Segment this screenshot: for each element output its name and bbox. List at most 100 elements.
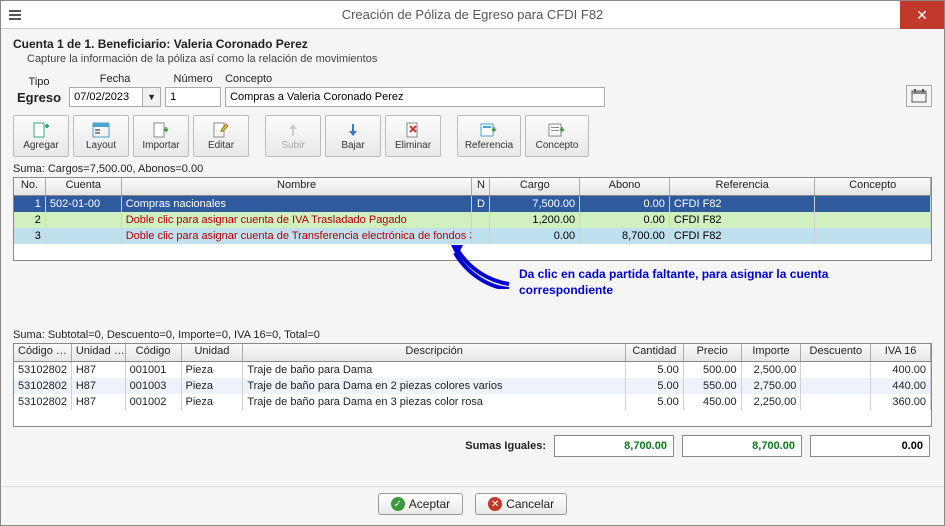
col-concepto[interactable]: Concepto xyxy=(815,178,931,195)
cell-no: 2 xyxy=(14,212,46,228)
cell-cuenta: 502-01-00 xyxy=(46,196,122,212)
col-referencia[interactable]: Referencia xyxy=(670,178,816,195)
referencia-label: Referencia xyxy=(465,140,513,151)
close-icon: ✕ xyxy=(916,7,928,24)
cell-prec: 500.00 xyxy=(684,362,742,378)
editar-label: Editar xyxy=(208,140,234,151)
col-descuento[interactable]: Descuento xyxy=(801,344,871,361)
detalle-header[interactable]: Código … Unidad … Código Unidad Descripc… xyxy=(14,344,931,362)
bajar-button[interactable]: Bajar xyxy=(325,115,381,157)
aceptar-button[interactable]: ✓ Aceptar xyxy=(378,493,463,515)
import-icon xyxy=(152,122,170,138)
numero-field: Número xyxy=(165,73,221,107)
delete-icon xyxy=(405,122,421,138)
numero-label: Número xyxy=(174,73,213,85)
detalle-row[interactable]: 53102802 H87 001002 Pieza Traje de baño … xyxy=(14,394,931,410)
cell-unh: H87 xyxy=(72,362,126,378)
cancelar-button[interactable]: ✕ Cancelar xyxy=(475,493,567,515)
agregar-button[interactable]: Agregar xyxy=(13,115,69,157)
importar-label: Importar xyxy=(142,140,179,151)
cell-cuenta xyxy=(46,228,122,244)
arrow-down-icon xyxy=(345,122,361,138)
referencia-button[interactable]: Referencia xyxy=(457,115,521,157)
cell-no: 3 xyxy=(14,228,46,244)
cell-cod: 001003 xyxy=(126,378,182,394)
cell-cs: 53102802 xyxy=(14,394,72,410)
fecha-input[interactable] xyxy=(69,87,143,107)
col-cantidad[interactable]: Cantidad xyxy=(626,344,684,361)
editar-button[interactable]: Editar xyxy=(193,115,249,157)
concepto-field: Concepto xyxy=(225,73,605,107)
concepto-input[interactable] xyxy=(225,87,605,107)
cell-abono: 8,700.00 xyxy=(580,228,670,244)
col-descripcion[interactable]: Descripción xyxy=(243,344,626,361)
close-button[interactable]: ✕ xyxy=(900,1,944,29)
cell-cs: 53102802 xyxy=(14,362,72,378)
cell-abono: 0.00 xyxy=(580,212,670,228)
cell-iva: 400.00 xyxy=(871,362,931,378)
cell-con xyxy=(815,212,931,228)
calendar-button[interactable] xyxy=(906,85,932,107)
layout-icon xyxy=(92,122,110,138)
referencia-icon xyxy=(480,122,498,138)
cell-cant: 5.00 xyxy=(626,394,684,410)
total-abono: 8,700.00 xyxy=(682,435,802,457)
cell-imp: 2,500.00 xyxy=(742,362,802,378)
toolbar: Agregar Layout Importar Editar Subir B xyxy=(13,115,932,157)
cell-no: 1 xyxy=(14,196,46,212)
col-importe[interactable]: Importe xyxy=(742,344,802,361)
importar-button[interactable]: Importar xyxy=(133,115,189,157)
detalle-row[interactable]: 53102802 H87 001003 Pieza Traje de baño … xyxy=(14,378,931,394)
cell-cod: 001001 xyxy=(126,362,182,378)
cell-nombre: Compras nacionales xyxy=(122,196,473,212)
numero-input[interactable] xyxy=(165,87,221,107)
cell-cargo: 1,200.00 xyxy=(490,212,580,228)
cell-cant: 5.00 xyxy=(626,378,684,394)
plus-doc-icon xyxy=(32,122,50,138)
movimiento-row[interactable]: 2 Doble clic para asignar cuenta de IVA … xyxy=(14,212,931,228)
fecha-dropdown-button[interactable]: ▼ xyxy=(143,87,161,107)
detalle-grid[interactable]: Código … Unidad … Código Unidad Descripc… xyxy=(13,343,932,427)
header-fields: Tipo Egreso Fecha ▼ Número Concepto xyxy=(13,73,932,107)
cell-n xyxy=(472,212,490,228)
col-codigo-sat[interactable]: Código … xyxy=(14,344,72,361)
annotation-text: Da clic en cada partida faltante, para a… xyxy=(519,267,828,298)
col-unidad-sat[interactable]: Unidad … xyxy=(72,344,126,361)
cell-uni: Pieza xyxy=(182,378,244,394)
col-iva16[interactable]: IVA 16 xyxy=(871,344,931,361)
cell-abono: 0.00 xyxy=(580,196,670,212)
sumas-label: Sumas Iguales: xyxy=(465,440,546,452)
cell-desc: Traje de baño para Dama xyxy=(243,362,626,378)
cell-ref: CFDI F82 xyxy=(670,228,816,244)
col-no[interactable]: No. xyxy=(14,178,46,195)
cell-desc: Traje de baño para Dama en 2 piezas colo… xyxy=(243,378,626,394)
tipo-field: Tipo Egreso xyxy=(13,76,65,107)
tipo-value: Egreso xyxy=(13,90,65,107)
arrow-up-icon xyxy=(285,122,301,138)
col-abono[interactable]: Abono xyxy=(580,178,670,195)
col-precio[interactable]: Precio xyxy=(684,344,742,361)
col-nombre[interactable]: Nombre xyxy=(122,178,473,195)
detalle-row[interactable]: 53102802 H87 001001 Pieza Traje de baño … xyxy=(14,362,931,378)
concepto-button[interactable]: Concepto xyxy=(525,115,589,157)
col-unidad[interactable]: Unidad xyxy=(182,344,244,361)
col-cargo[interactable]: Cargo xyxy=(490,178,580,195)
fecha-field: Fecha ▼ xyxy=(69,73,161,107)
subir-button[interactable]: Subir xyxy=(265,115,321,157)
cell-descu xyxy=(801,362,871,378)
calendar-icon xyxy=(911,88,927,104)
movimiento-row[interactable]: 1 502-01-00 Compras nacionales D 7,500.0… xyxy=(14,196,931,212)
dialog-buttons: ✓ Aceptar ✕ Cancelar xyxy=(1,486,944,525)
layout-button[interactable]: Layout xyxy=(73,115,129,157)
eliminar-button[interactable]: Eliminar xyxy=(385,115,441,157)
movimientos-header[interactable]: No. Cuenta Nombre N Cargo Abono Referenc… xyxy=(14,178,931,196)
cell-cant: 5.00 xyxy=(626,362,684,378)
col-codigo[interactable]: Código xyxy=(126,344,182,361)
annotation-line2: correspondiente xyxy=(519,283,613,297)
col-cuenta[interactable]: Cuenta xyxy=(46,178,122,195)
col-n[interactable]: N xyxy=(472,178,490,195)
cell-iva: 440.00 xyxy=(871,378,931,394)
beneficiario-label: Cuenta 1 de 1. Beneficiario: Valeria Cor… xyxy=(13,37,936,51)
layout-label: Layout xyxy=(86,140,116,151)
subir-label: Subir xyxy=(281,140,304,151)
